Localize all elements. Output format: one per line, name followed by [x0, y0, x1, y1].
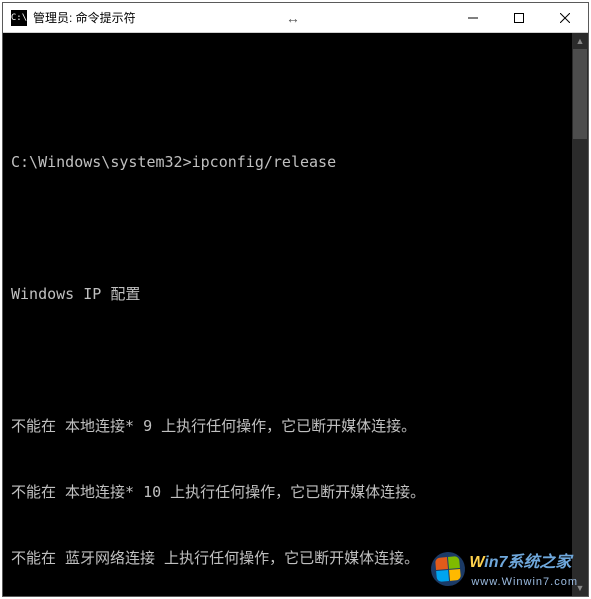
window-controls	[450, 3, 588, 33]
noop-line: 不能在 本地连接* 10 上执行任何操作，它已断开媒体连接。	[11, 481, 588, 503]
minimize-button[interactable]	[450, 3, 496, 33]
scroll-up-button[interactable]: ▲	[572, 33, 588, 49]
noop-line: 不能在 蓝牙网络连接 上执行任何操作，它已断开媒体连接。	[11, 547, 588, 569]
prompt-line: C:\Windows\system32>ipconfig/release	[11, 151, 588, 173]
app-icon: C:\	[11, 10, 27, 26]
scroll-track[interactable]	[572, 49, 588, 580]
scroll-down-button[interactable]: ▼	[572, 580, 588, 596]
maximize-button[interactable]	[496, 3, 542, 33]
close-button[interactable]	[542, 3, 588, 33]
terminal-output[interactable]: C:\Windows\system32>ipconfig/release Win…	[3, 33, 588, 596]
command-prompt-window: C:\ 管理员: 命令提示符 ↔ C:\Windows\system32>ipc…	[2, 2, 589, 597]
window-title: 管理员: 命令提示符	[33, 9, 136, 26]
noop-line: 不能在 本地连接* 9 上执行任何操作，它已断开媒体连接。	[11, 415, 588, 437]
scroll-thumb[interactable]	[573, 49, 587, 139]
config-header: Windows IP 配置	[11, 283, 588, 305]
vertical-scrollbar[interactable]: ▲ ▼	[572, 33, 588, 596]
titlebar[interactable]: C:\ 管理员: 命令提示符 ↔	[3, 3, 588, 33]
resize-handle-icon[interactable]: ↔	[270, 3, 316, 33]
